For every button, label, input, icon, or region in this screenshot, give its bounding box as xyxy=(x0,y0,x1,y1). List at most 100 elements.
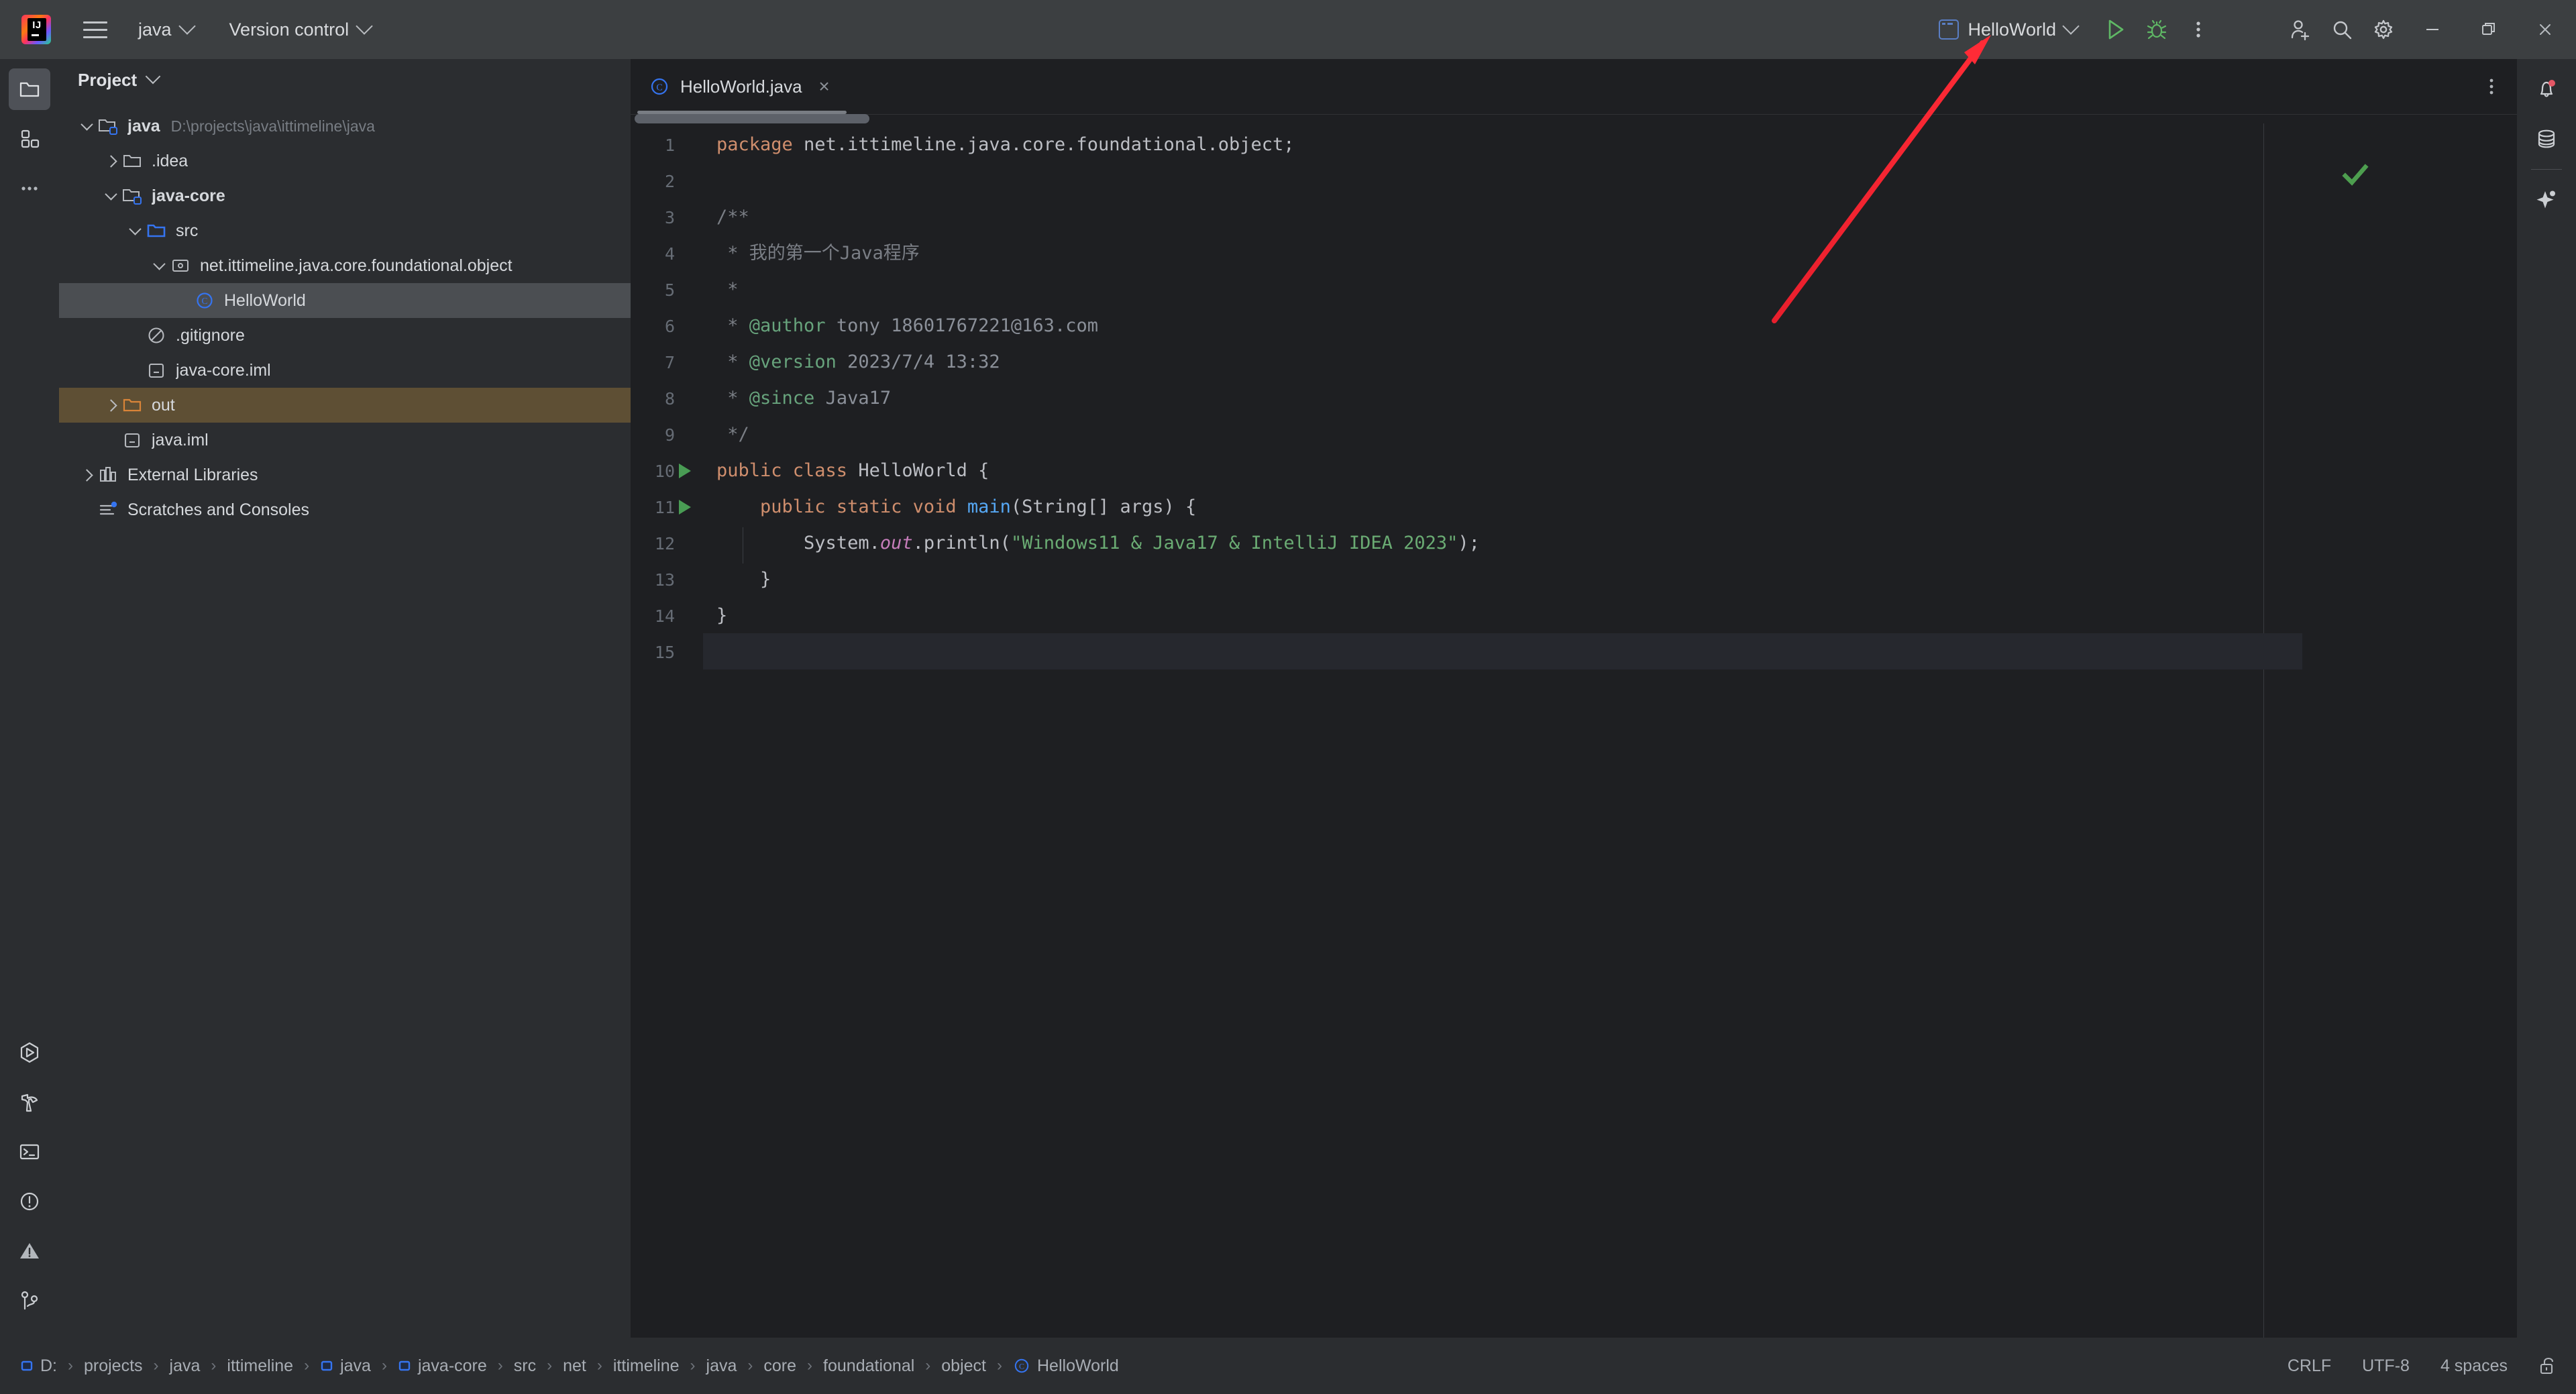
code-token: main xyxy=(967,496,1011,517)
project-menu-button[interactable]: java xyxy=(138,17,196,40)
line-separator-status[interactable]: CRLF xyxy=(2288,1356,2331,1376)
sidebar-item-commit[interactable] xyxy=(9,118,50,160)
tree-node[interactable]: java-core xyxy=(59,178,631,213)
title-bar: IJ java Version control HelloWorld xyxy=(0,0,2576,59)
sidebar-item-version-control[interactable] xyxy=(9,1280,50,1322)
add-account-icon[interactable] xyxy=(2279,9,2321,50)
ai-assistant-icon[interactable] xyxy=(2526,179,2567,221)
chevron-down-icon[interactable] xyxy=(76,116,97,136)
main-menu-icon[interactable] xyxy=(79,13,111,46)
code-token: .println( xyxy=(912,533,1011,553)
breadcrumb-item[interactable]: C HelloWorld xyxy=(1009,1356,1123,1376)
breadcrumb-item[interactable]: object xyxy=(937,1356,990,1376)
java-class-icon: C xyxy=(193,289,216,312)
tree-node[interactable]: out xyxy=(59,388,631,423)
maximize-icon[interactable] xyxy=(2461,0,2517,59)
notifications-bell-icon[interactable] xyxy=(2526,68,2567,110)
encoding-status[interactable]: UTF-8 xyxy=(2362,1356,2410,1376)
breadcrumb-item[interactable]: D: xyxy=(16,1356,61,1376)
breadcrumb-item[interactable]: java-core xyxy=(394,1356,491,1376)
tree-node[interactable]: .idea xyxy=(59,144,631,178)
chevron-right-icon[interactable] xyxy=(101,151,121,171)
editor-gutter[interactable]: 1 2 3 4 5 6 7 8 9 10 11 12 13 14 15 xyxy=(631,123,703,1338)
tree-node[interactable]: .gitignore xyxy=(59,318,631,353)
svg-text:C: C xyxy=(656,83,662,93)
database-icon[interactable] xyxy=(2526,118,2567,160)
chevron-down-icon[interactable] xyxy=(125,221,145,241)
line-number: 2 xyxy=(664,172,675,191)
tree-node[interactable]: net.ittimeline.java.core.foundational.ob… xyxy=(59,248,631,283)
project-panel-header: Project xyxy=(59,59,631,101)
libraries-icon xyxy=(97,464,119,486)
code-token: Java17 xyxy=(814,388,892,409)
search-icon[interactable] xyxy=(2321,9,2363,50)
run-configuration-selector[interactable]: HelloWorld xyxy=(1939,17,2080,40)
more-tool-windows-icon[interactable] xyxy=(9,168,50,209)
package-icon xyxy=(169,254,192,277)
breadcrumb-item[interactable]: core xyxy=(759,1356,800,1376)
line-number: 1 xyxy=(664,136,675,155)
tree-node[interactable]: C HelloWorld xyxy=(59,283,631,318)
chevron-right-icon[interactable] xyxy=(76,465,97,485)
tree-node[interactable]: External Libraries xyxy=(59,458,631,492)
code-token: tony 18601767221@163.com xyxy=(825,315,1098,336)
line-number: 4 xyxy=(664,244,675,264)
sidebar-item-build[interactable] xyxy=(9,1081,50,1123)
chevron-right-icon[interactable] xyxy=(101,395,121,415)
breadcrumb-item[interactable]: src xyxy=(510,1356,540,1376)
sidebar-item-run[interactable] xyxy=(9,1032,50,1073)
more-actions-button[interactable] xyxy=(2178,9,2219,50)
close-icon[interactable]: × xyxy=(813,75,836,98)
tree-node[interactable]: Scratches and Consoles xyxy=(59,492,631,527)
version-control-menu-button[interactable]: Version control xyxy=(229,17,373,40)
chevron-down-icon[interactable] xyxy=(149,256,169,276)
breadcrumb-label: java xyxy=(706,1356,737,1375)
breadcrumb-item[interactable]: java xyxy=(702,1356,741,1376)
tree-node[interactable]: java-core.iml xyxy=(59,353,631,388)
gutter-run-icon[interactable] xyxy=(679,464,691,478)
gutter-run-icon[interactable] xyxy=(679,500,691,515)
breadcrumb-separator: › xyxy=(807,1356,813,1375)
gear-icon[interactable] xyxy=(2363,9,2404,50)
breadcrumb-item[interactable]: net xyxy=(559,1356,590,1376)
debug-button[interactable] xyxy=(2136,9,2178,50)
breadcrumb-item[interactable]: ittimeline xyxy=(223,1356,297,1376)
breadcrumb-item[interactable]: java xyxy=(166,1356,205,1376)
unlocked-readonly-icon[interactable] xyxy=(2538,1356,2559,1376)
tab-helloworld-java[interactable]: C HelloWorld.java × xyxy=(631,59,853,114)
breadcrumb-item[interactable]: java xyxy=(316,1356,375,1376)
breadcrumb-separator: › xyxy=(304,1356,310,1375)
tree-node[interactable]: java D:\projects\java\ittimeline\java xyxy=(59,109,631,144)
tree-node-label: java-core xyxy=(152,186,225,205)
code-line: * 我的第一个Java程序 xyxy=(716,244,920,262)
chevron-down-icon xyxy=(356,17,373,35)
sidebar-item-services-warning[interactable] xyxy=(9,1230,50,1272)
minimize-icon[interactable] xyxy=(2404,0,2461,59)
indent-status[interactable]: 4 spaces xyxy=(2440,1356,2508,1376)
sidebar-item-project[interactable] xyxy=(9,68,50,110)
tab-label: HelloWorld.java xyxy=(680,76,802,97)
code-editor[interactable]: 1 2 3 4 5 6 7 8 9 10 11 12 13 14 15 package net.ittime… xyxy=(631,114,2517,1338)
close-icon[interactable] xyxy=(2517,0,2573,59)
breadcrumb-item[interactable]: foundational xyxy=(819,1356,918,1376)
tree-node[interactable]: src xyxy=(59,213,631,248)
run-button[interactable] xyxy=(2094,9,2136,50)
sidebar-item-problems[interactable] xyxy=(9,1181,50,1222)
code-token: ); xyxy=(1458,533,1480,553)
line-number: 7 xyxy=(664,353,675,372)
ok-check-icon[interactable] xyxy=(2340,160,2371,191)
breadcrumb-separator: › xyxy=(997,1356,1002,1375)
breadcrumb-item[interactable]: projects xyxy=(80,1356,147,1376)
breadcrumb-item[interactable]: ittimeline xyxy=(609,1356,684,1376)
sidebar-item-terminal[interactable] xyxy=(9,1131,50,1173)
java-class-icon: C xyxy=(1013,1357,1030,1375)
editor-tab-options-button[interactable] xyxy=(2481,59,2502,114)
code-content[interactable]: package net.ittimeline.java.core.foundat… xyxy=(703,123,2517,1338)
chevron-down-icon[interactable] xyxy=(145,68,161,85)
tree-node[interactable]: java.iml xyxy=(59,423,631,458)
chevron-down-icon[interactable] xyxy=(101,186,121,206)
horizontal-scrollbar[interactable] xyxy=(635,114,869,123)
